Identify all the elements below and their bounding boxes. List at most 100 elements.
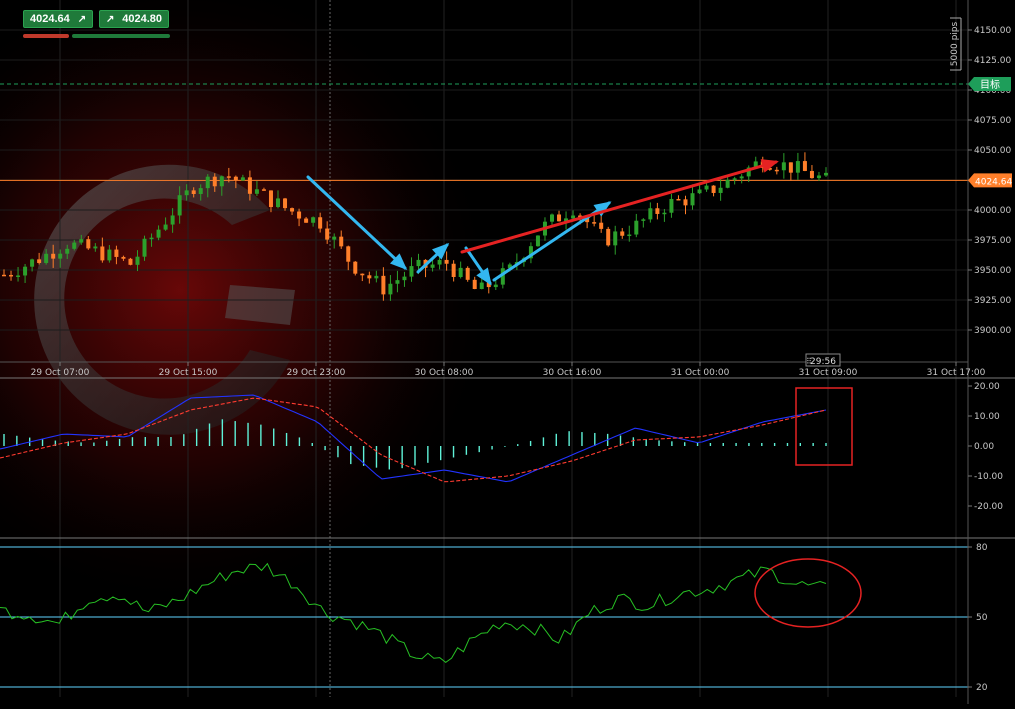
- candle-body[interactable]: [683, 199, 688, 206]
- candle-body[interactable]: [795, 161, 800, 173]
- candle-body[interactable]: [332, 236, 337, 240]
- candle-body[interactable]: [135, 256, 140, 265]
- candle-body[interactable]: [690, 193, 695, 206]
- candle-body[interactable]: [276, 198, 280, 208]
- candle-body[interactable]: [128, 258, 133, 265]
- candle-body[interactable]: [367, 275, 372, 279]
- candle-body[interactable]: [100, 246, 105, 261]
- candle-body[interactable]: [669, 198, 674, 213]
- candle-body[interactable]: [290, 208, 295, 212]
- candle-body[interactable]: [198, 188, 203, 194]
- candle-body[interactable]: [86, 239, 91, 249]
- chart-canvas[interactable]: 29 Oct 07:00 29 Oct 15:00 29 Oct 23:00 30 O…: [0, 0, 1015, 704]
- candle-body[interactable]: [44, 253, 49, 263]
- candle-body[interactable]: [451, 263, 456, 277]
- candle-body[interactable]: [311, 217, 316, 223]
- candle-body[interactable]: [402, 276, 407, 281]
- candle-body[interactable]: [247, 177, 252, 194]
- candle-body[interactable]: [627, 234, 632, 237]
- candle-body[interactable]: [781, 162, 786, 171]
- candle-body[interactable]: [620, 231, 625, 236]
- candle-body[interactable]: [409, 266, 414, 277]
- candle-body[interactable]: [318, 217, 323, 229]
- candle-body[interactable]: [30, 259, 35, 267]
- candle-body[interactable]: [297, 211, 302, 219]
- candle-body[interactable]: [535, 235, 540, 247]
- candle-body[interactable]: [346, 246, 351, 262]
- candle-body[interactable]: [613, 231, 618, 246]
- candle-body[interactable]: [156, 229, 161, 238]
- candle-body[interactable]: [788, 162, 793, 173]
- candle-body[interactable]: [599, 222, 604, 229]
- candle-body[interactable]: [360, 273, 365, 276]
- candle-body[interactable]: [479, 282, 484, 290]
- candle-body[interactable]: [79, 239, 84, 243]
- candle-body[interactable]: [416, 259, 421, 267]
- candle-body[interactable]: [444, 259, 449, 264]
- candle-body[interactable]: [149, 237, 154, 240]
- candle-body[interactable]: [37, 259, 42, 263]
- candle-body[interactable]: [718, 187, 723, 193]
- candle-body[interactable]: [93, 246, 98, 249]
- candle-body[interactable]: [493, 284, 498, 288]
- candle-body[interactable]: [374, 275, 379, 279]
- candle-body[interactable]: [16, 275, 21, 277]
- sell-button[interactable]: 4024.64 ↗: [23, 10, 93, 28]
- candle-body[interactable]: [268, 190, 273, 208]
- candle-body[interactable]: [641, 219, 646, 221]
- candle-body[interactable]: [304, 218, 309, 223]
- candle-body[interactable]: [704, 185, 709, 190]
- candle-body[interactable]: [458, 267, 463, 277]
- candle-body[interactable]: [388, 283, 393, 295]
- candle-body[interactable]: [212, 176, 217, 187]
- candle-body[interactable]: [774, 169, 779, 172]
- candle-body[interactable]: [58, 253, 63, 259]
- candle-body[interactable]: [51, 253, 56, 259]
- candle-body[interactable]: [676, 198, 681, 201]
- buy-button[interactable]: ↗ 4024.80: [99, 10, 169, 28]
- candle-body[interactable]: [121, 256, 126, 259]
- candle-body[interactable]: [2, 274, 6, 277]
- candle-body[interactable]: [219, 176, 224, 187]
- candle-body[interactable]: [226, 176, 231, 178]
- candle-body[interactable]: [233, 176, 238, 181]
- candle-body[interactable]: [9, 274, 14, 277]
- candle-body[interactable]: [711, 185, 716, 193]
- candle-body[interactable]: [261, 189, 266, 191]
- candle-body[interactable]: [283, 198, 288, 209]
- candle-body[interactable]: [732, 178, 737, 180]
- candle-body[interactable]: [634, 220, 639, 235]
- candle-body[interactable]: [437, 259, 442, 265]
- candle-body[interactable]: [254, 189, 259, 194]
- candle-body[interactable]: [191, 190, 196, 194]
- candle-body[interactable]: [802, 161, 807, 171]
- candle-body[interactable]: [662, 212, 667, 215]
- candle-body[interactable]: [381, 275, 386, 295]
- candle-body[interactable]: [65, 248, 70, 254]
- candle-body[interactable]: [809, 170, 814, 179]
- candle-body[interactable]: [177, 195, 182, 216]
- candle-body[interactable]: [592, 222, 597, 224]
- candle-body[interactable]: [107, 249, 112, 261]
- candle-body[interactable]: [472, 279, 477, 290]
- candle-body[interactable]: [23, 266, 28, 276]
- candle-body[interactable]: [170, 215, 175, 225]
- candle-body[interactable]: [339, 236, 344, 247]
- candle-body[interactable]: [184, 190, 189, 196]
- candle-body[interactable]: [240, 177, 245, 181]
- candle-body[interactable]: [205, 176, 210, 189]
- candle-body[interactable]: [163, 224, 168, 230]
- candle-body[interactable]: [395, 280, 400, 284]
- candle-body[interactable]: [550, 214, 554, 222]
- candle-body[interactable]: [72, 242, 77, 249]
- candle-body[interactable]: [114, 249, 119, 257]
- candle-body[interactable]: [557, 214, 562, 222]
- candle-body[interactable]: [430, 264, 435, 268]
- candle-body[interactable]: [142, 238, 147, 257]
- candle-body[interactable]: [725, 179, 730, 188]
- candle-body[interactable]: [571, 215, 576, 219]
- candle-body[interactable]: [697, 189, 702, 194]
- candle-body[interactable]: [606, 228, 611, 246]
- candle-body[interactable]: [655, 208, 660, 214]
- candle-body[interactable]: [816, 175, 821, 179]
